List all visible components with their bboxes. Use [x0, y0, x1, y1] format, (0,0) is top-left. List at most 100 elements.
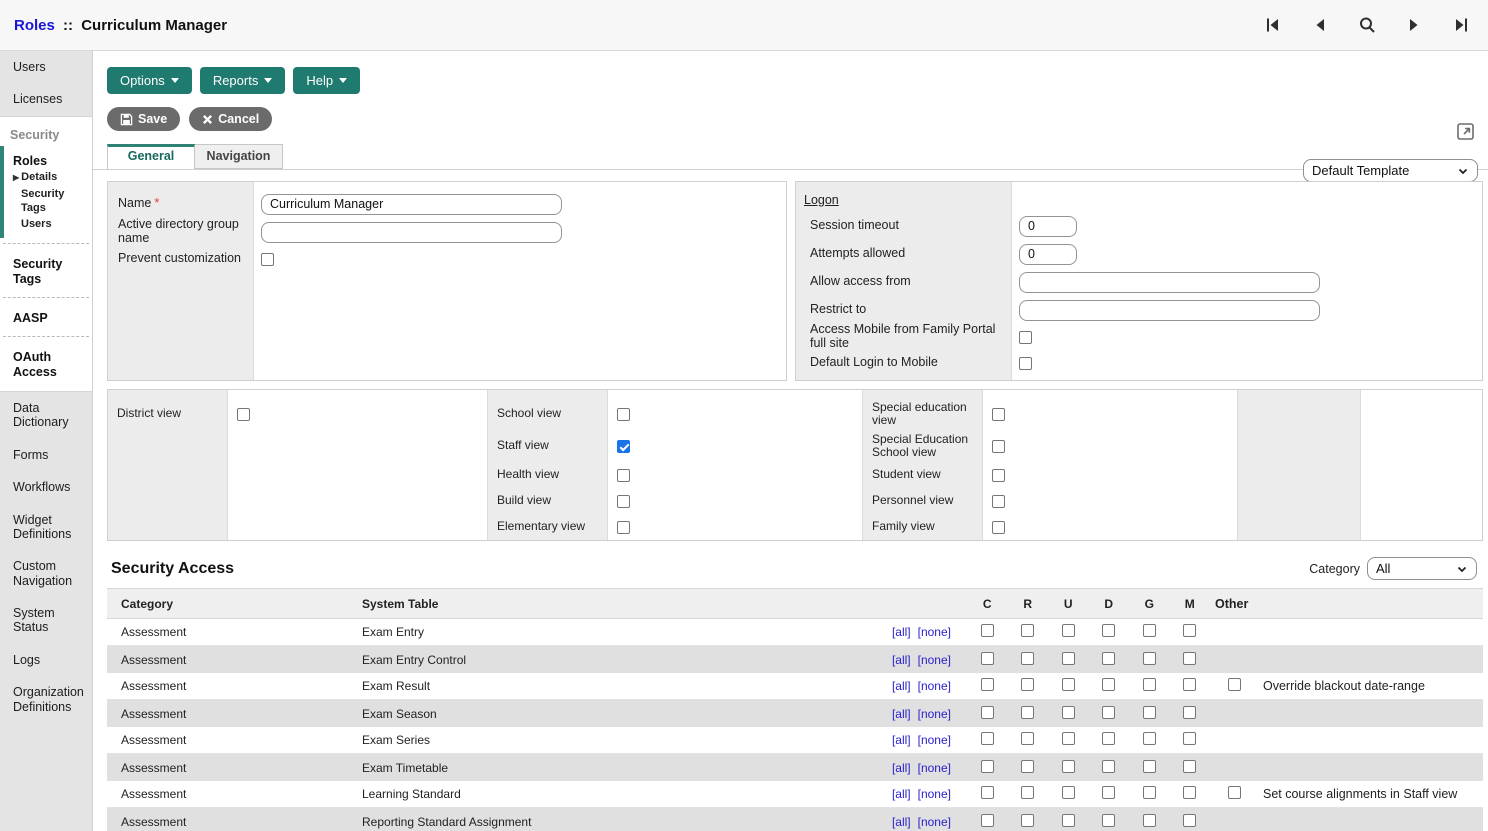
- learning-standard-c-checkbox[interactable]: [981, 786, 994, 799]
- reporting-standard-assignment-c-checkbox[interactable]: [981, 814, 994, 827]
- select-none-link[interactable]: [none]: [918, 815, 951, 829]
- exam-series-c-checkbox[interactable]: [981, 732, 994, 745]
- reporting-standard-assignment-u-checkbox[interactable]: [1062, 814, 1075, 827]
- reports-menu-button[interactable]: Reports: [200, 67, 286, 94]
- sidebar-item-custom-navigation[interactable]: Custom Navigation: [0, 550, 92, 597]
- category-filter-select[interactable]: All: [1367, 557, 1477, 580]
- exam-timetable-r-checkbox[interactable]: [1021, 760, 1034, 773]
- sidebar-item-forms[interactable]: Forms: [0, 439, 92, 471]
- sidebar-subitem-security-tags[interactable]: Security Tags: [13, 185, 90, 216]
- select-all-link[interactable]: [all]: [892, 653, 911, 667]
- exam-entry-control-c-checkbox[interactable]: [981, 652, 994, 665]
- select-all-link[interactable]: [all]: [892, 679, 911, 693]
- select-none-link[interactable]: [none]: [918, 679, 951, 693]
- learning-standard-m-checkbox[interactable]: [1183, 786, 1196, 799]
- tab-general[interactable]: General: [107, 144, 195, 169]
- exam-season-g-checkbox[interactable]: [1143, 706, 1156, 719]
- search-icon[interactable]: [1358, 16, 1376, 34]
- exam-entry-d-checkbox[interactable]: [1102, 624, 1115, 637]
- reporting-standard-assignment-d-checkbox[interactable]: [1102, 814, 1115, 827]
- exam-season-u-checkbox[interactable]: [1062, 706, 1075, 719]
- sidebar-item-widget-definitions[interactable]: Widget Definitions: [0, 504, 92, 551]
- sidebar-group-aasp[interactable]: AASP: [0, 303, 92, 331]
- select-none-link[interactable]: [none]: [918, 761, 951, 775]
- sidebar-subitem-users[interactable]: Users: [13, 215, 90, 232]
- restrict-to-input[interactable]: [1019, 300, 1320, 321]
- exam-result-g-checkbox[interactable]: [1143, 678, 1156, 691]
- special-education-school-view-checkbox[interactable]: [992, 440, 1005, 453]
- learning-standard-u-checkbox[interactable]: [1062, 786, 1075, 799]
- sidebar-item-workflows[interactable]: Workflows: [0, 471, 92, 503]
- exam-series-d-checkbox[interactable]: [1102, 732, 1115, 745]
- select-none-link[interactable]: [none]: [918, 653, 951, 667]
- reporting-standard-assignment-r-checkbox[interactable]: [1021, 814, 1034, 827]
- exam-timetable-u-checkbox[interactable]: [1062, 760, 1075, 773]
- name-input[interactable]: [261, 194, 562, 215]
- prevent-customization-checkbox[interactable]: [261, 253, 274, 266]
- exam-result-c-checkbox[interactable]: [981, 678, 994, 691]
- exam-timetable-m-checkbox[interactable]: [1183, 760, 1196, 773]
- breadcrumb-roles-link[interactable]: Roles: [14, 17, 55, 34]
- elementary-view-checkbox[interactable]: [617, 521, 630, 534]
- next-record-icon[interactable]: [1405, 16, 1423, 34]
- exam-season-c-checkbox[interactable]: [981, 706, 994, 719]
- exam-entry-g-checkbox[interactable]: [1143, 624, 1156, 637]
- last-record-icon[interactable]: [1452, 16, 1470, 34]
- exam-series-m-checkbox[interactable]: [1183, 732, 1196, 745]
- exam-entry-control-g-checkbox[interactable]: [1143, 652, 1156, 665]
- sidebar-item-logs[interactable]: Logs: [0, 644, 92, 676]
- learning-standard-g-checkbox[interactable]: [1143, 786, 1156, 799]
- exam-entry-c-checkbox[interactable]: [981, 624, 994, 637]
- sidebar-item-data-dictionary[interactable]: Data Dictionary: [0, 392, 92, 439]
- cancel-button[interactable]: Cancel: [189, 107, 272, 131]
- previous-record-icon[interactable]: [1311, 16, 1329, 34]
- exam-result-m-checkbox[interactable]: [1183, 678, 1196, 691]
- select-all-link[interactable]: [all]: [892, 815, 911, 829]
- health-view-checkbox[interactable]: [617, 469, 630, 482]
- sidebar-item-users[interactable]: Users: [0, 51, 92, 83]
- allow-access-from-input[interactable]: [1019, 272, 1320, 293]
- exam-series-g-checkbox[interactable]: [1143, 732, 1156, 745]
- school-view-checkbox[interactable]: [617, 408, 630, 421]
- select-all-link[interactable]: [all]: [892, 761, 911, 775]
- select-all-link[interactable]: [all]: [892, 733, 911, 747]
- exam-entry-u-checkbox[interactable]: [1062, 624, 1075, 637]
- exam-result-u-checkbox[interactable]: [1062, 678, 1075, 691]
- save-button[interactable]: Save: [107, 107, 180, 131]
- exam-result-r-checkbox[interactable]: [1021, 678, 1034, 691]
- exam-timetable-c-checkbox[interactable]: [981, 760, 994, 773]
- reporting-standard-assignment-m-checkbox[interactable]: [1183, 814, 1196, 827]
- sidebar-item-licenses[interactable]: Licenses: [0, 83, 92, 115]
- select-none-link[interactable]: [none]: [918, 787, 951, 801]
- reporting-standard-assignment-g-checkbox[interactable]: [1143, 814, 1156, 827]
- active-directory-group-name-input[interactable]: [261, 222, 562, 243]
- exam-entry-control-m-checkbox[interactable]: [1183, 652, 1196, 665]
- staff-view-checkbox[interactable]: [617, 440, 630, 453]
- learning-standard-r-checkbox[interactable]: [1021, 786, 1034, 799]
- learning-standard-d-checkbox[interactable]: [1102, 786, 1115, 799]
- family-view-checkbox[interactable]: [992, 521, 1005, 534]
- exam-entry-m-checkbox[interactable]: [1183, 624, 1196, 637]
- personnel-view-checkbox[interactable]: [992, 495, 1005, 508]
- exam-timetable-g-checkbox[interactable]: [1143, 760, 1156, 773]
- first-record-icon[interactable]: [1264, 16, 1282, 34]
- select-all-link[interactable]: [all]: [892, 787, 911, 801]
- exam-entry-control-d-checkbox[interactable]: [1102, 652, 1115, 665]
- tab-navigation[interactable]: Navigation: [195, 144, 283, 169]
- sidebar-group-security-tags[interactable]: Security Tags: [0, 249, 92, 292]
- sidebar-item-organization-definitions[interactable]: Organization Definitions: [0, 676, 92, 723]
- student-view-checkbox[interactable]: [992, 469, 1005, 482]
- select-all-link[interactable]: [all]: [892, 625, 911, 639]
- options-menu-button[interactable]: Options: [107, 67, 192, 94]
- exam-result-d-checkbox[interactable]: [1102, 678, 1115, 691]
- help-menu-button[interactable]: Help: [293, 67, 360, 94]
- exam-entry-r-checkbox[interactable]: [1021, 624, 1034, 637]
- attempts-allowed-input[interactable]: [1019, 244, 1077, 265]
- exam-result-other-checkbox[interactable]: [1228, 678, 1241, 691]
- select-none-link[interactable]: [none]: [918, 625, 951, 639]
- maximize-icon[interactable]: [1457, 123, 1474, 140]
- district-view-checkbox[interactable]: [237, 408, 250, 421]
- special-education-view-checkbox[interactable]: [992, 408, 1005, 421]
- sidebar-item-system-status[interactable]: System Status: [0, 597, 92, 644]
- exam-entry-control-r-checkbox[interactable]: [1021, 652, 1034, 665]
